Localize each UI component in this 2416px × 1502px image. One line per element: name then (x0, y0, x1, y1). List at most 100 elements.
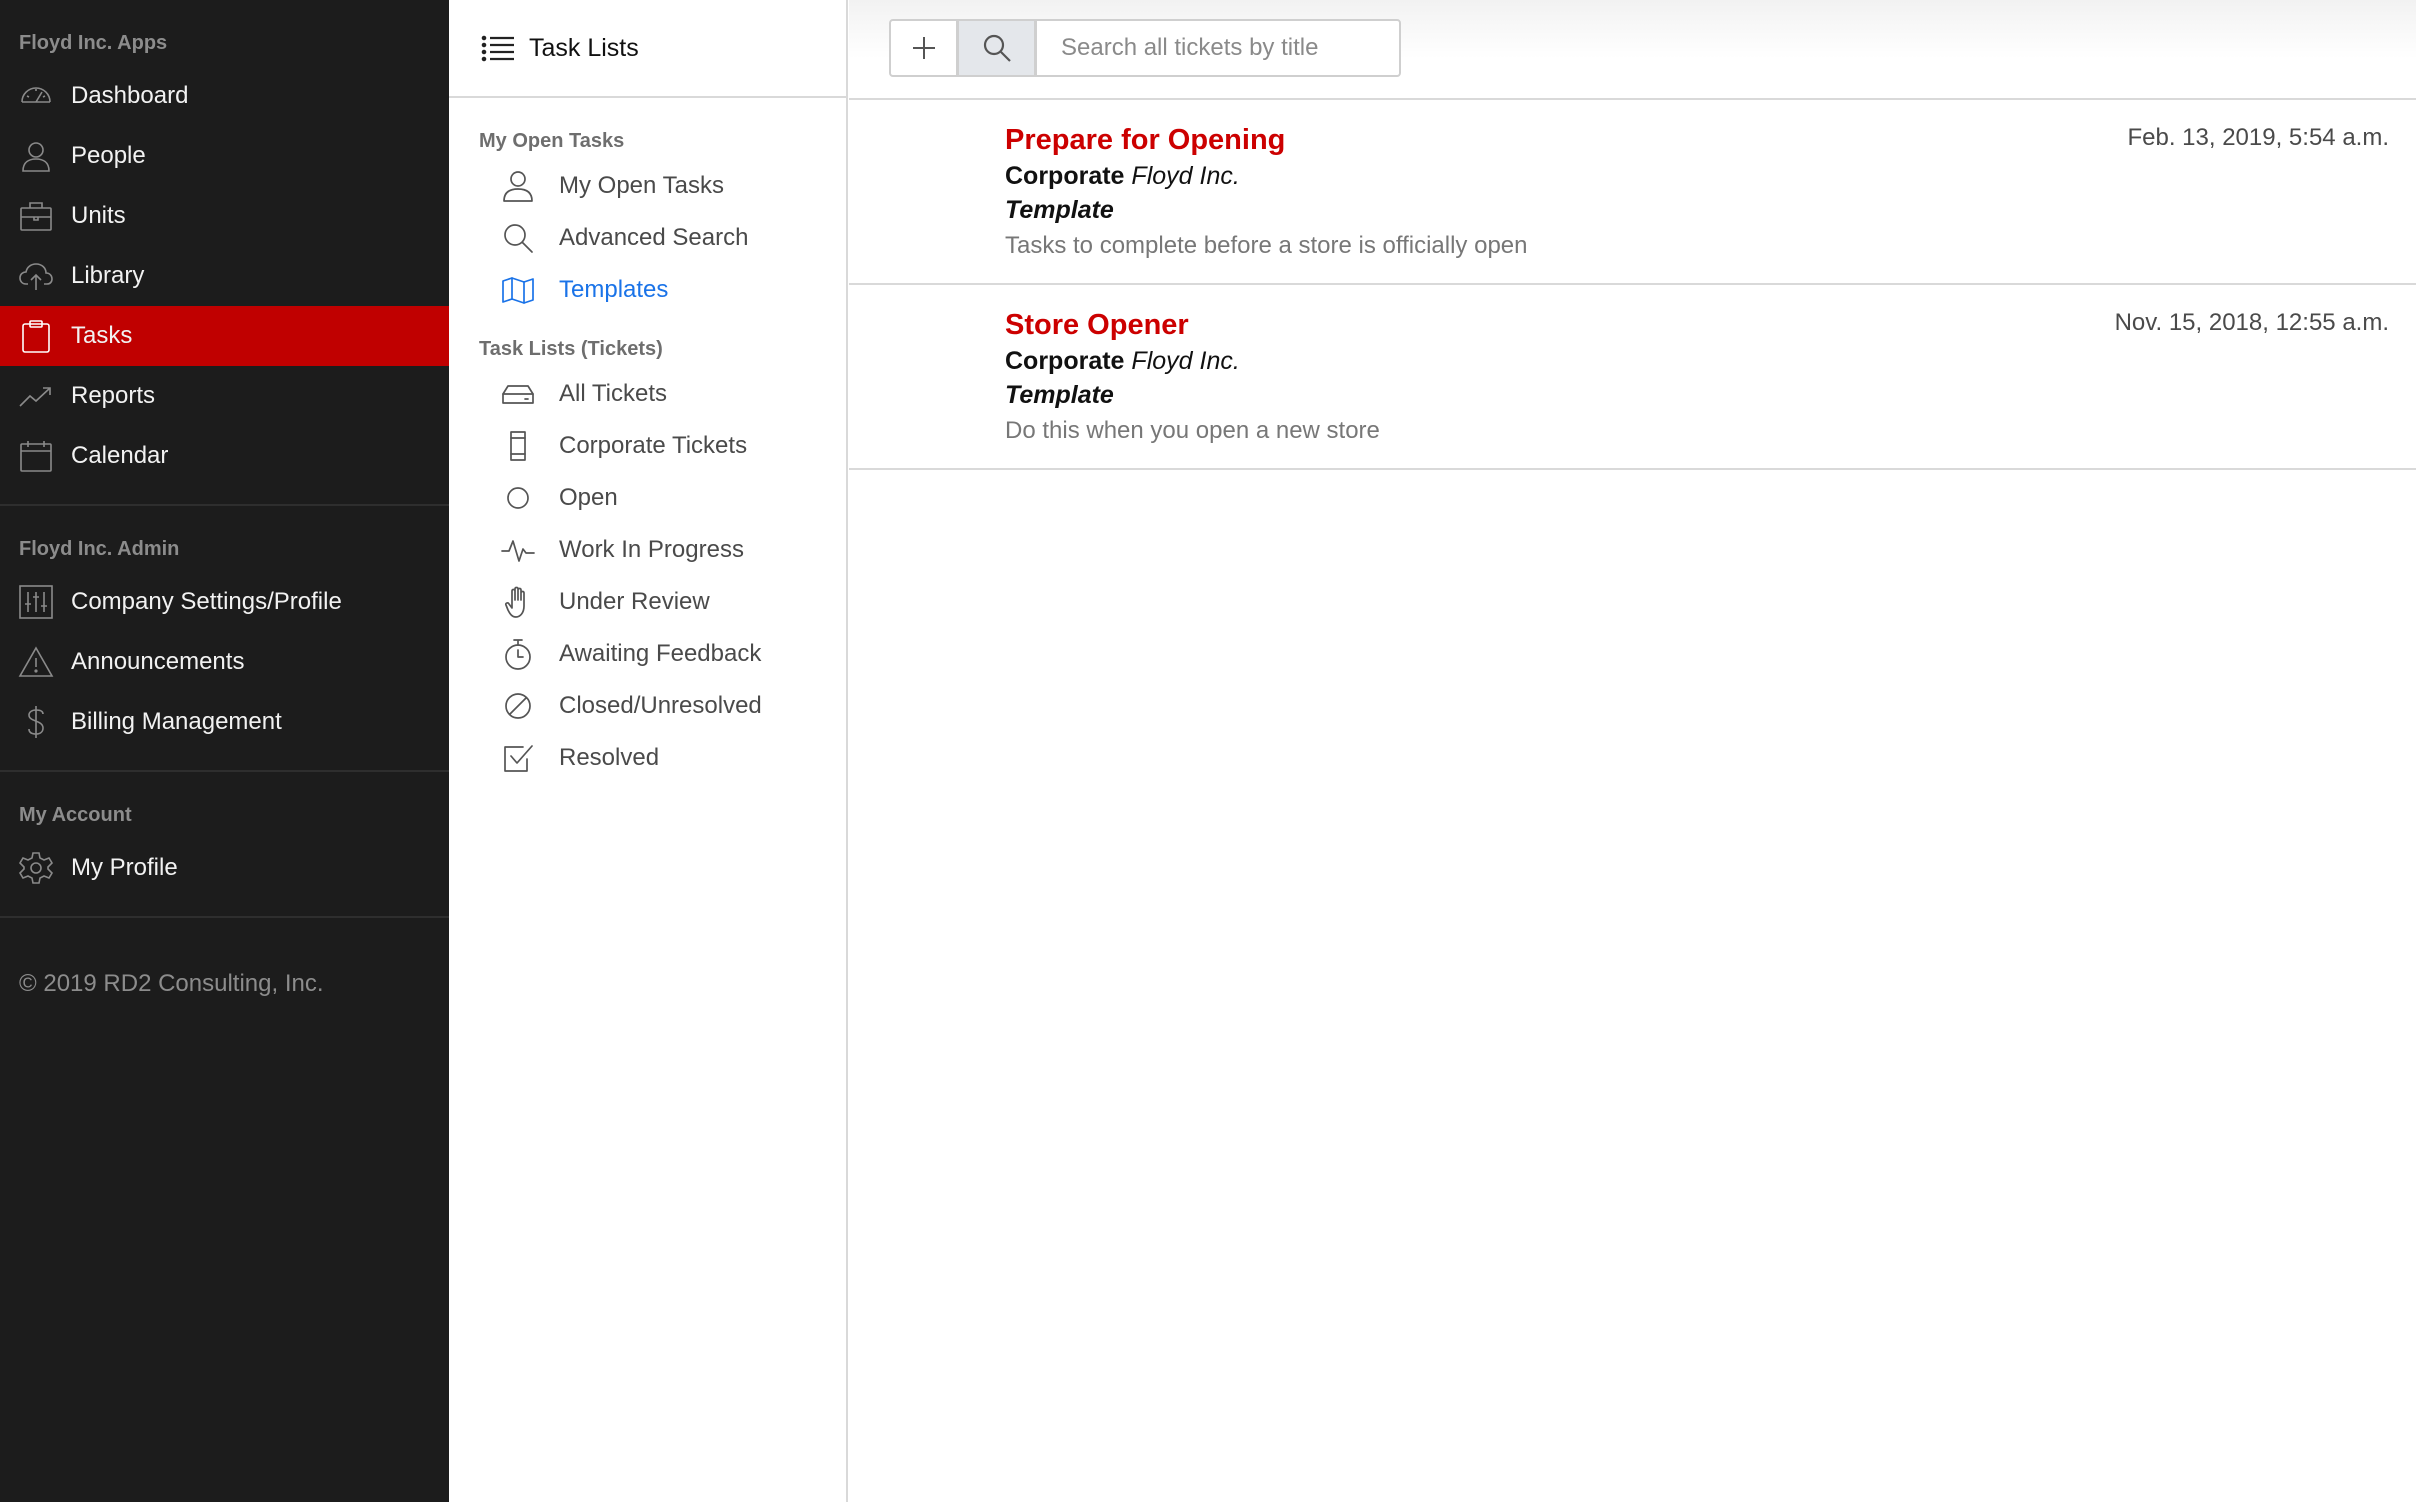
inbox-icon (501, 377, 535, 411)
sidebar-item-dashboard[interactable]: Dashboard (0, 66, 449, 126)
sidebar-item-my-profile[interactable]: My Profile (0, 838, 449, 898)
nav-corporate-tickets[interactable]: Corporate Tickets (449, 420, 846, 472)
sidebar-item-label: My Profile (71, 854, 178, 881)
ticket-org: Corporate Floyd Inc. (1005, 162, 1240, 191)
ticket-title[interactable]: Prepare for Opening (1005, 124, 1285, 157)
search-icon (501, 221, 535, 255)
account-heading: My Account (19, 804, 132, 826)
ticket-date: Nov. 15, 2018, 12:55 a.m. (2114, 309, 2389, 336)
nav-open[interactable]: Open (449, 472, 846, 524)
nav-under-review[interactable]: Under Review (449, 576, 846, 628)
app-sidebar: Floyd Inc. Apps Dashboard People Units L… (0, 0, 449, 1502)
sidebar-item-label: Tasks (71, 322, 133, 349)
nav-templates[interactable]: Templates (449, 264, 846, 316)
checkbox-icon (501, 741, 535, 775)
nav-advanced-search[interactable]: Advanced Search (449, 212, 846, 264)
sidebar-item-label: Announcements (71, 648, 245, 675)
nav-label: All Tickets (559, 380, 668, 407)
gear-icon (18, 850, 54, 886)
sidebar-item-label: Company Settings/Profile (71, 588, 342, 615)
briefcase-icon (18, 198, 54, 234)
sidebar-item-reports[interactable]: Reports (0, 366, 449, 426)
warning-icon (18, 644, 54, 680)
sidebar-item-units[interactable]: Units (0, 186, 449, 246)
apps-section: Floyd Inc. Apps Dashboard People Units L… (0, 0, 449, 506)
person-icon (501, 169, 535, 203)
search-input[interactable] (1035, 19, 1401, 77)
nav-label: Corporate Tickets (559, 432, 748, 459)
sidebar-item-label: Reports (71, 382, 156, 409)
ticket-row[interactable]: Store Opener Nov. 15, 2018, 12:55 a.m. C… (849, 285, 2416, 470)
ticket-type: Template (1005, 196, 1114, 224)
list-icon (481, 35, 514, 62)
trend-icon (18, 378, 54, 414)
nav-label: Awaiting Feedback (559, 640, 762, 667)
ticket-org-name: Floyd Inc. (1131, 162, 1240, 190)
person-icon (18, 138, 54, 174)
ticket-org-label: Corporate (1005, 347, 1125, 375)
cloud-upload-icon (18, 258, 54, 294)
nav-label: Resolved (559, 744, 660, 771)
ticket-type: Template (1005, 381, 1114, 409)
ticket-date: Feb. 13, 2019, 5:54 a.m. (2127, 124, 2389, 151)
search-icon (983, 34, 1011, 62)
nav-label: Open (559, 484, 618, 511)
ticket-org-label: Corporate (1005, 162, 1125, 190)
sidebar-item-announcements[interactable]: Announcements (0, 632, 449, 692)
stopwatch-icon (501, 637, 535, 671)
sidebar-item-calendar[interactable]: Calendar (0, 426, 449, 486)
panel-title: Task Lists (529, 33, 639, 62)
sidebar-item-library[interactable]: Library (0, 246, 449, 306)
copyright: © 2019 RD2 Consulting, Inc. (19, 970, 324, 997)
nav-label: My Open Tasks (559, 172, 724, 199)
open-tasks-heading: My Open Tasks (479, 130, 625, 152)
nav-all-tickets[interactable]: All Tickets (449, 368, 846, 420)
nav-label: Work In Progress (559, 536, 744, 563)
apps-heading: Floyd Inc. Apps (19, 32, 168, 54)
activity-icon (501, 533, 535, 567)
nav-work-in-progress[interactable]: Work In Progress (449, 524, 846, 576)
sidebar-item-label: Units (71, 202, 126, 229)
sidebar-item-label: People (71, 142, 146, 169)
sidebar-item-label: Calendar (71, 442, 169, 469)
dashboard-icon (18, 78, 54, 114)
tickets-heading: Task Lists (Tickets) (479, 338, 663, 360)
search-button[interactable] (957, 19, 1036, 77)
nav-resolved[interactable]: Resolved (449, 732, 846, 784)
sidebar-item-company-settings[interactable]: Company Settings/Profile (0, 572, 449, 632)
ticket-title[interactable]: Store Opener (1005, 309, 1189, 342)
bookmark-icon (501, 429, 535, 463)
ticket-description: Do this when you open a new store (1005, 417, 1380, 444)
calendar-icon (18, 438, 54, 474)
ticket-org: Corporate Floyd Inc. (1005, 347, 1240, 376)
nav-label: Closed/Unresolved (559, 692, 762, 719)
add-button[interactable] (889, 19, 958, 77)
sidebar-item-tasks[interactable]: Tasks (0, 306, 449, 366)
sidebar-item-label: Dashboard (71, 82, 189, 109)
account-section: My Account My Profile (0, 772, 449, 918)
nav-label: Under Review (559, 588, 710, 615)
dollar-icon (18, 704, 54, 740)
plus-icon (912, 37, 935, 59)
sidebar-item-label: Library (71, 262, 145, 289)
circle-icon (501, 481, 535, 515)
sidebar-item-label: Billing Management (71, 708, 282, 735)
sidebar-item-people[interactable]: People (0, 126, 449, 186)
admin-heading: Floyd Inc. Admin (19, 538, 180, 560)
task-lists-panel: Task Lists My Open Tasks My Open Tasks A… (449, 0, 848, 1502)
ticket-description: Tasks to complete before a store is offi… (1005, 232, 1528, 259)
toolbar (849, 0, 2416, 100)
nav-label: Advanced Search (559, 224, 749, 251)
sidebar-item-billing[interactable]: Billing Management (0, 692, 449, 752)
nav-awaiting-feedback[interactable]: Awaiting Feedback (449, 628, 846, 680)
nav-closed-unresolved[interactable]: Closed/Unresolved (449, 680, 846, 732)
nav-my-open-tasks[interactable]: My Open Tasks (449, 160, 846, 212)
ticket-org-name: Floyd Inc. (1131, 347, 1240, 375)
clipboard-icon (18, 318, 54, 354)
ticket-row[interactable]: Prepare for Opening Feb. 13, 2019, 5:54 … (849, 100, 2416, 285)
slash-circle-icon (501, 689, 535, 723)
map-icon (501, 273, 535, 307)
hand-icon (501, 585, 535, 619)
task-lists-header: Task Lists (449, 0, 846, 98)
admin-section: Floyd Inc. Admin Company Settings/Profil… (0, 506, 449, 772)
